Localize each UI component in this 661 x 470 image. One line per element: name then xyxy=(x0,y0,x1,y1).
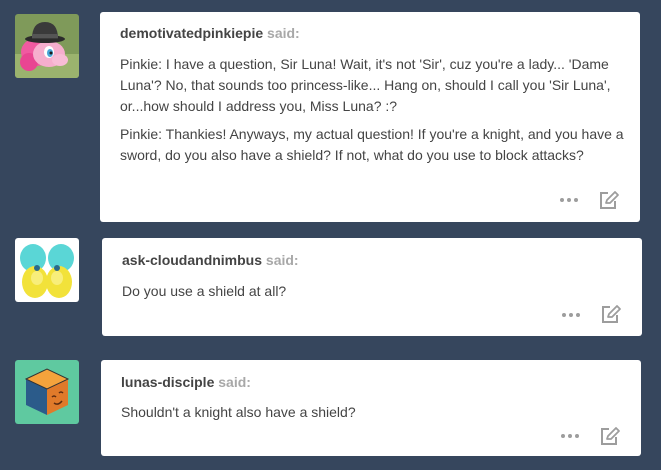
sender-username[interactable]: ask-cloudandnimbus xyxy=(122,252,262,268)
twin-yellow-ponies-avatar xyxy=(15,238,79,302)
avatar-demotivatedpinkiepie[interactable] xyxy=(15,14,79,78)
edit-icon[interactable] xyxy=(599,426,621,446)
said-label: said: xyxy=(218,374,251,390)
more-options-icon[interactable] xyxy=(561,432,581,440)
message-card-1: demotivatedpinkiepie said: Pinkie: I hav… xyxy=(100,12,640,222)
more-options-icon[interactable] xyxy=(560,196,580,204)
avatar-ask-cloudandnimbus[interactable] xyxy=(15,238,79,302)
message-paragraph: Pinkie: Thankies! Anyways, my actual que… xyxy=(120,126,624,163)
edit-icon[interactable] xyxy=(600,304,622,324)
said-label: said: xyxy=(267,25,300,41)
avatar-lunas-disciple[interactable] xyxy=(15,360,79,424)
sender-line: lunas-disciple said: xyxy=(121,374,251,390)
sender-username[interactable]: lunas-disciple xyxy=(121,374,214,390)
message-paragraph: Shouldn't a knight also have a shield? xyxy=(121,404,356,420)
more-options-icon[interactable] xyxy=(562,311,582,319)
said-label: said: xyxy=(265,252,299,268)
message-card-3: lunas-disciple said: Shouldn't a knight … xyxy=(101,360,641,456)
message-card-2: ask-cloudandnimbus said: Do you use a sh… xyxy=(102,238,642,336)
orange-cube-face-avatar xyxy=(15,360,79,424)
sender-line: ask-cloudandnimbus said: xyxy=(122,252,299,268)
pink-pony-with-bowler-hat-avatar xyxy=(15,14,79,78)
edit-icon[interactable] xyxy=(598,190,620,210)
message-paragraph: Do you use a shield at all? xyxy=(122,283,287,299)
message-paragraph: Pinkie: I have a question, Sir Luna! Wai… xyxy=(120,56,611,114)
sender-line: demotivatedpinkiepie said: xyxy=(120,25,300,41)
sender-username[interactable]: demotivatedpinkiepie xyxy=(120,25,263,41)
